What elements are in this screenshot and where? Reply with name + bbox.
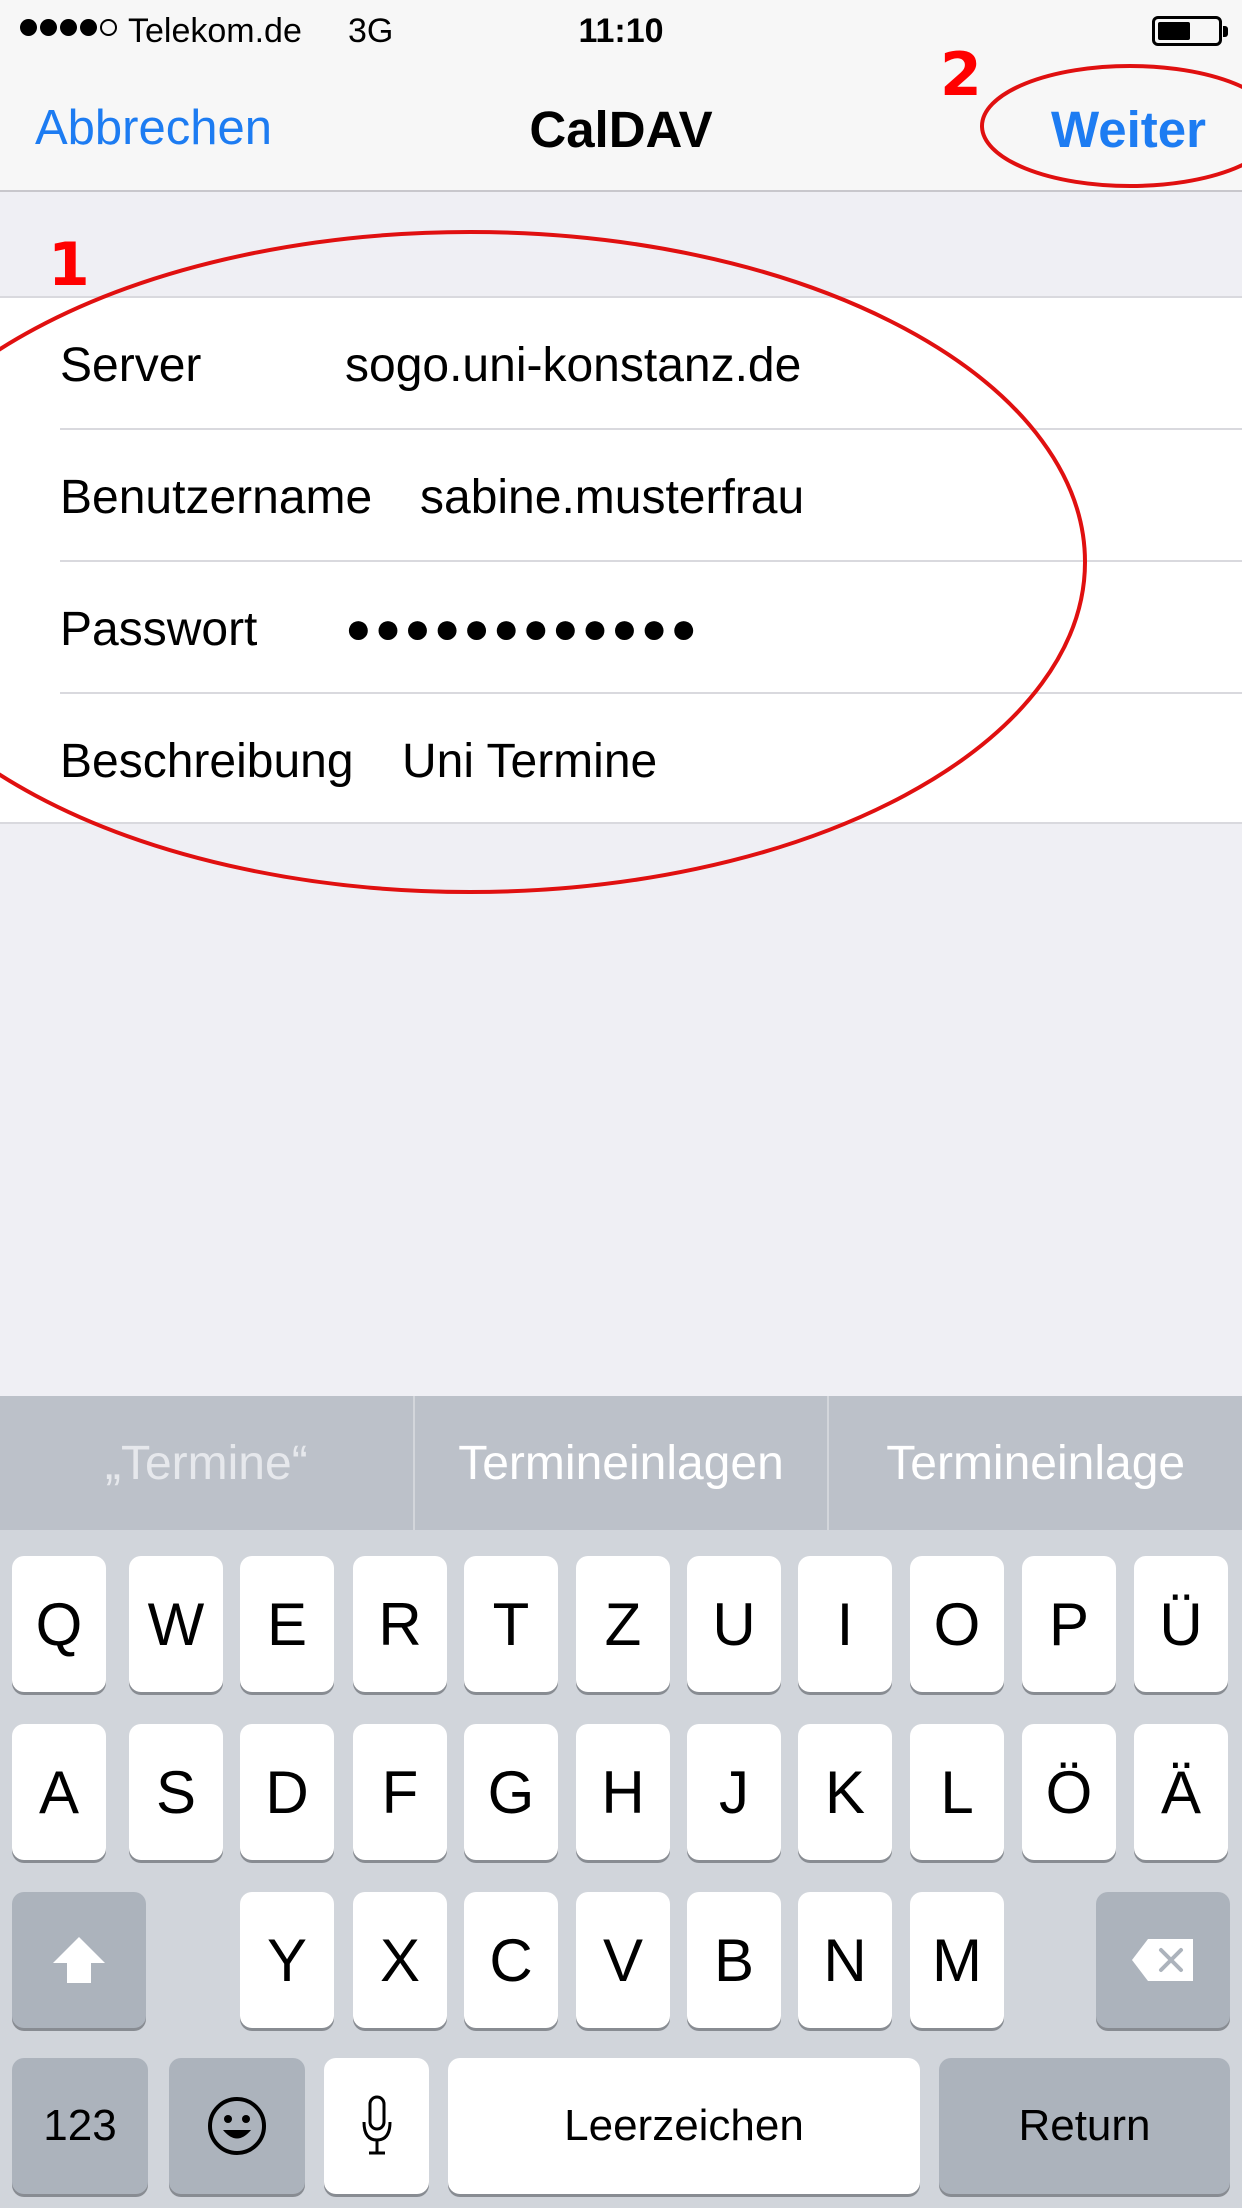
password-row[interactable]: Passwort ●●●●●●●●●●●● xyxy=(0,562,1242,694)
description-label: Beschreibung xyxy=(60,735,354,788)
key-b[interactable]: B xyxy=(687,1892,781,2028)
key-s[interactable]: S xyxy=(129,1724,223,1860)
server-row[interactable]: Server sogo.uni-konstanz.de xyxy=(0,298,1242,430)
annotation-marker-1: 1 xyxy=(48,230,90,300)
key-ae[interactable]: Ä xyxy=(1134,1724,1228,1860)
key-z[interactable]: Z xyxy=(576,1556,670,1692)
description-input[interactable]: Uni Termine xyxy=(402,734,657,789)
key-t[interactable]: T xyxy=(464,1556,558,1692)
key-k[interactable]: K xyxy=(798,1724,892,1860)
dictation-key[interactable] xyxy=(324,2058,429,2194)
key-g[interactable]: G xyxy=(464,1724,558,1860)
numbers-key[interactable]: 123 xyxy=(12,2058,148,2194)
key-w[interactable]: W xyxy=(129,1556,223,1692)
microphone-icon xyxy=(362,2095,391,2155)
suggestion-item[interactable]: Termineinlagen xyxy=(415,1396,828,1530)
space-key[interactable]: Leerzeichen xyxy=(448,2058,920,2194)
emoji-key[interactable] xyxy=(169,2058,305,2194)
key-m[interactable]: M xyxy=(910,1892,1004,2028)
server-input[interactable]: sogo.uni-konstanz.de xyxy=(345,338,801,393)
top-bar: Telekom.de 3G 11:10 Abbrechen CalDAV Wei… xyxy=(0,0,1242,192)
return-key[interactable]: Return xyxy=(939,2058,1230,2194)
key-c[interactable]: C xyxy=(464,1892,558,2028)
shift-icon xyxy=(53,1937,105,1983)
battery-fill xyxy=(1158,22,1190,40)
key-o[interactable]: O xyxy=(910,1556,1004,1692)
status-bar: Telekom.de 3G 11:10 xyxy=(0,0,1242,62)
key-h[interactable]: H xyxy=(576,1724,670,1860)
password-label: Passwort xyxy=(60,603,258,656)
key-v[interactable]: V xyxy=(576,1892,670,2028)
suggestion-item[interactable]: Termineinlage xyxy=(829,1396,1242,1530)
username-label: Benutzername xyxy=(60,471,373,524)
suggestion-item[interactable]: „Termine“ xyxy=(0,1396,413,1530)
key-q[interactable]: Q xyxy=(12,1556,106,1692)
emoji-icon xyxy=(208,2097,266,2155)
shift-key[interactable] xyxy=(12,1892,146,2028)
key-y[interactable]: Y xyxy=(240,1892,334,2028)
password-input[interactable]: ●●●●●●●●●●●● xyxy=(345,604,700,654)
key-ue[interactable]: Ü xyxy=(1134,1556,1228,1692)
status-time: 11:10 xyxy=(578,12,664,50)
server-label: Server xyxy=(60,339,202,392)
battery-nub xyxy=(1223,26,1228,37)
key-p[interactable]: P xyxy=(1022,1556,1116,1692)
key-n[interactable]: N xyxy=(798,1892,892,2028)
key-e[interactable]: E xyxy=(240,1556,334,1692)
key-d[interactable]: D xyxy=(240,1724,334,1860)
annotation-marker-2: 2 xyxy=(940,40,982,110)
key-oe[interactable]: Ö xyxy=(1022,1724,1116,1860)
description-row[interactable]: Beschreibung Uni Termine xyxy=(0,694,1242,826)
backspace-icon xyxy=(1132,1939,1193,1981)
predictive-bar: „Termine“ Termineinlagen Termineinlage xyxy=(0,1396,1242,1530)
keyboard: Q W E R T Z U I O P Ü A S D F G H J K L … xyxy=(0,1530,1242,2208)
key-j[interactable]: J xyxy=(687,1724,781,1860)
backspace-key[interactable] xyxy=(1096,1892,1230,2028)
next-button[interactable]: Weiter xyxy=(1051,100,1206,159)
key-f[interactable]: F xyxy=(353,1724,447,1860)
key-u[interactable]: U xyxy=(687,1556,781,1692)
key-r[interactable]: R xyxy=(353,1556,447,1692)
battery-icon xyxy=(1152,16,1228,46)
username-input[interactable]: sabine.musterfrau xyxy=(420,470,804,525)
key-i[interactable]: I xyxy=(798,1556,892,1692)
key-l[interactable]: L xyxy=(910,1724,1004,1860)
username-row[interactable]: Benutzername sabine.musterfrau xyxy=(0,430,1242,562)
key-x[interactable]: X xyxy=(353,1892,447,2028)
caldav-form: Server sogo.uni-konstanz.de Benutzername… xyxy=(0,296,1242,824)
key-a[interactable]: A xyxy=(12,1724,106,1860)
